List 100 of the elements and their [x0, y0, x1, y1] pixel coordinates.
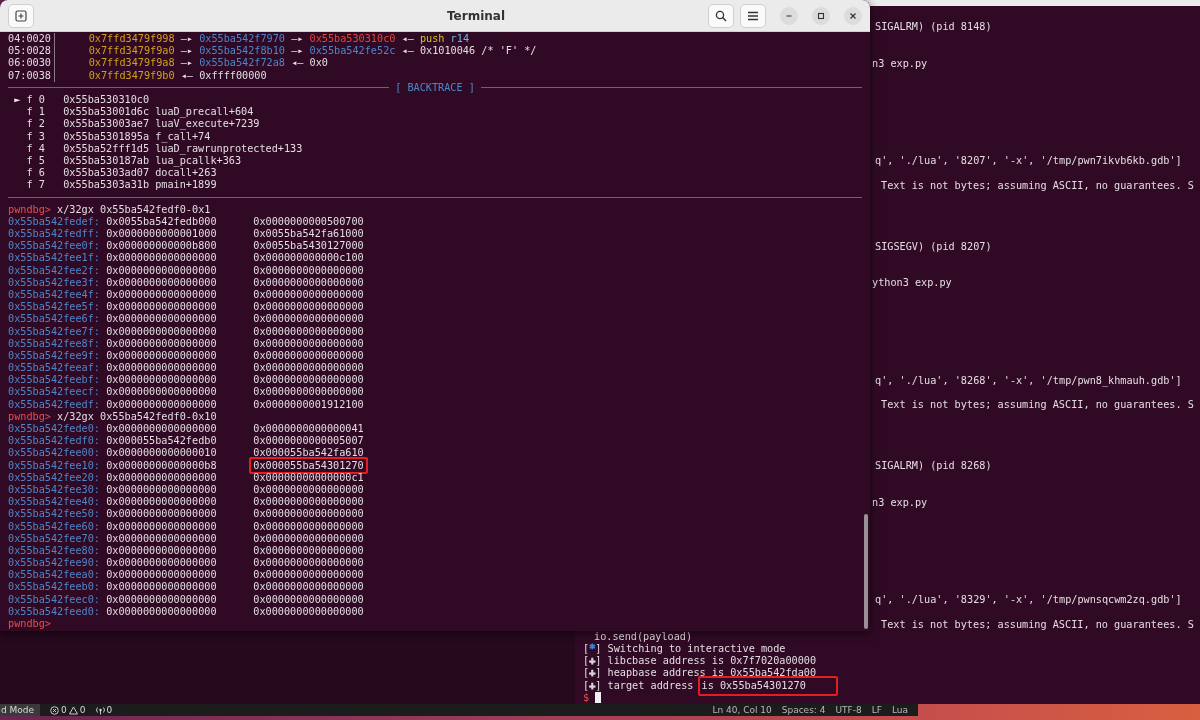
memory-value: 0x0000000000005007	[253, 435, 364, 447]
memory-value: 0x0000000000000000	[253, 301, 364, 313]
memory-value: 0x000055ba542fa610	[253, 447, 364, 459]
ports-count: 0	[106, 705, 113, 715]
error-count: 0	[61, 705, 67, 715]
frame-label: f 1	[26, 106, 46, 119]
frame-address: 0x55ba5303ad07	[63, 167, 151, 180]
status-item[interactable]: UTF-8	[835, 705, 862, 715]
memory-value: 0x0000000000000000	[253, 496, 364, 508]
signal-message: SIGALRM) (pid 8148)	[875, 21, 992, 34]
memory-value: 0x0000000000000000	[253, 349, 364, 361]
memory-address: 0x55ba542fee40:	[8, 496, 101, 509]
signal-message: SIGALRM) (pid 8268)	[875, 460, 992, 473]
frame-symbol: luaV_execute+7239	[155, 118, 261, 131]
memory-value: 0x0000000000000000	[106, 520, 217, 532]
memory-value: 0x0000000000000000	[106, 276, 217, 288]
arrow-glyph: —▸	[180, 45, 193, 58]
memory-address: 0x55ba542fee7f:	[8, 325, 101, 338]
memory-address: 0x55ba542fee30:	[8, 483, 101, 497]
memory-address: 0x55ba542fee80:	[8, 544, 101, 558]
memory-address: 0x55ba542fee10:	[8, 459, 101, 472]
memory-address: 0x55ba542fee2f:	[8, 264, 101, 277]
code-line: io.send(payload)	[594, 630, 693, 643]
memory-value: 0x0000000000000000	[106, 349, 217, 361]
memory-value: 0x0000000000000000	[253, 374, 364, 386]
warning-message: Text is not bytes; assuming ASCII, no guarantees. S	[881, 618, 1194, 631]
memory-address: 0x55ba542fee6f:	[8, 313, 101, 326]
close-button[interactable]	[844, 6, 862, 25]
frame-label: f 4	[26, 142, 46, 155]
status-item[interactable]: LF	[871, 705, 882, 715]
prompt-text: pwndbg>	[8, 203, 51, 216]
memory-value: 0x0000000000000000	[253, 544, 364, 556]
stack-offset: 04:0020	[8, 33, 55, 46]
status-item[interactable]: Spaces: 4	[781, 705, 826, 715]
window-title: Terminal	[446, 8, 506, 23]
status-item[interactable]: Lua	[891, 705, 908, 715]
new-tab-button[interactable]	[8, 3, 34, 28]
memory-address: 0x55ba542fee4f:	[8, 288, 101, 302]
memory-value: 0x0055ba542fedb000	[106, 215, 217, 227]
stack-address: 0x7ffd3479f9a0	[88, 45, 175, 58]
memory-address: 0x55ba542fee1f:	[8, 252, 101, 265]
memory-address: 0x55ba542feeaf:	[8, 362, 101, 375]
scrollbar-thumb[interactable]	[864, 514, 868, 629]
memory-value: 0x0000000000000000	[253, 508, 364, 520]
memory-value: 0x0000000000001000	[106, 228, 217, 239]
memory-value: 0x0000000001912100	[253, 398, 364, 410]
prompt-text: pwndbg>	[8, 410, 51, 423]
mode-indicator[interactable]: d Mode	[0, 704, 41, 716]
memory-value: 0x0000000000000000	[106, 374, 217, 386]
command-text: n3 exp.py	[872, 57, 928, 70]
menu-button[interactable]	[740, 3, 766, 28]
memory-value: 0x0000000000000000	[253, 264, 364, 276]
memory-address: 0x55ba542fee8f:	[8, 337, 101, 350]
minimize-button[interactable]	[780, 6, 798, 25]
frame-label: f 6	[26, 167, 46, 180]
memory-value: 0x0000000000000000	[106, 605, 217, 617]
frame-label: f 7	[26, 179, 46, 192]
maximize-button[interactable]	[812, 6, 830, 25]
memory-address: 0x55ba542fee9f:	[8, 349, 101, 363]
memory-value: 0x0000000000000010	[106, 447, 217, 459]
frame-address: 0x55ba53003ae7	[63, 118, 151, 131]
memory-value: 0x0000000000000000	[106, 581, 217, 593]
memory-value: 0x0000000000000000	[253, 337, 364, 349]
frame-symbol: pmain+1899	[155, 179, 218, 192]
antenna-icon	[95, 705, 105, 715]
frame-symbol: docall+263	[155, 167, 218, 180]
memory-address: 0x55ba542fee00:	[8, 447, 101, 460]
close-icon	[848, 10, 858, 21]
new-tab-icon	[15, 9, 27, 22]
ports-indicator[interactable]: 0	[95, 705, 113, 715]
memory-value: 0x0000000000000000	[106, 362, 217, 374]
memory-value: 0x0000000000000000	[253, 362, 364, 374]
memory-value: 0x0000000000000000	[106, 288, 217, 300]
memory-value: 0x0000000000000000	[106, 313, 217, 325]
warning-message: Text is not bytes; assuming ASCII, no guarantees. S	[881, 399, 1194, 412]
memory-value: 0x0000000000000000	[106, 301, 217, 313]
stack-offset: 06:0030	[8, 57, 55, 70]
memory-value: 0x0000000000000000	[106, 569, 217, 581]
stack-address: 0x7ffd3479f9b0	[88, 69, 175, 82]
search-button[interactable]	[708, 3, 734, 28]
prompt-text: pwndbg>	[8, 618, 51, 631]
status-item[interactable]: Ln 40, Col 10	[712, 705, 772, 715]
stack-offset: 07:0038	[8, 69, 55, 82]
memory-value: 0x000000000000c100	[253, 252, 364, 264]
memory-address: 0x55ba542fedef:	[8, 215, 101, 228]
register-text: r14	[450, 33, 469, 46]
memory-value: 0x0000000000000000	[106, 264, 217, 276]
value-text: 0x1010046 /* 'F' */	[419, 45, 537, 58]
memory-address: 0x55ba542fee50:	[8, 508, 101, 521]
memory-value: 0x0000000000000000	[106, 483, 217, 495]
status-message: Switching to interactive mode	[607, 642, 786, 656]
memory-value: 0x0000000000000000	[106, 423, 217, 434]
warning-message: Text is not bytes; assuming ASCII, no guarantees. S	[881, 179, 1194, 192]
memory-address: 0x55ba542fede0:	[8, 423, 101, 436]
problems-indicator[interactable]: 0 0	[50, 705, 86, 715]
memory-value: 0x0000000000000000	[106, 508, 217, 520]
shell-prompt: $	[583, 691, 590, 704]
memory-value: 0x00000000000000b8	[106, 459, 217, 471]
arrow-glyph: —▸	[291, 33, 304, 46]
memory-value: 0x0000000000000000	[253, 325, 364, 337]
